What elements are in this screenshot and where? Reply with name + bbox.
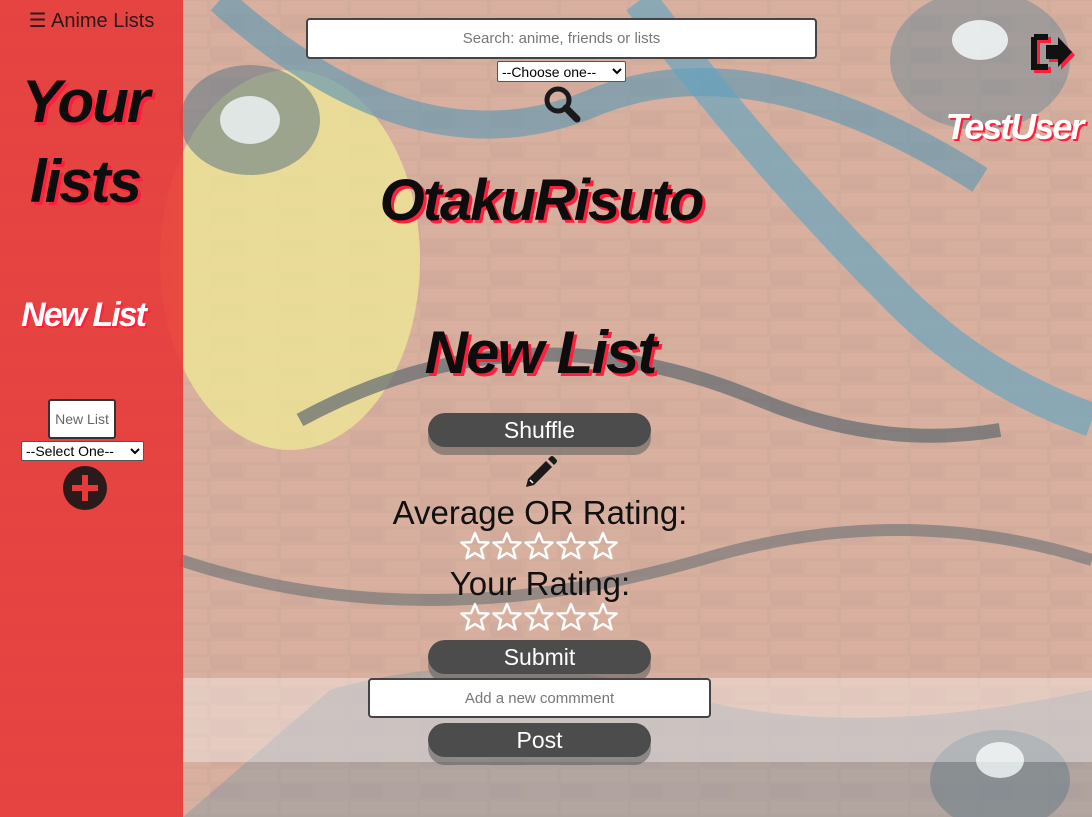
post-comment-button[interactable]: Post — [428, 723, 651, 757]
submit-rating-button[interactable]: Submit — [428, 640, 651, 674]
search-type-select[interactable]: --Choose one-- — [497, 61, 626, 82]
star-icon[interactable] — [524, 602, 554, 632]
star-icon[interactable] — [588, 602, 618, 632]
sidebar: ☰ Anime Lists Your lists New List --Selec… — [0, 0, 183, 817]
username-link[interactable]: TestUser — [940, 106, 1088, 148]
list-title: New List — [424, 319, 658, 386]
star-icon — [556, 531, 586, 560]
search-input[interactable] — [306, 18, 817, 59]
logout-icon[interactable] — [1028, 31, 1078, 73]
site-title: OtakuRisuto — [379, 168, 705, 233]
star-icon[interactable] — [460, 602, 490, 632]
sidebar-toggle[interactable]: ☰ Anime Lists — [0, 8, 183, 33]
average-rating-label: Average OR Rating: — [392, 494, 688, 531]
pencil-icon[interactable] — [522, 455, 558, 491]
star-icon[interactable] — [492, 602, 522, 632]
new-list-heading: New List — [21, 296, 147, 334]
average-rating-stars — [460, 531, 618, 561]
star-icon — [588, 531, 618, 560]
sidebar-title-line: lists — [29, 148, 142, 215]
shuffle-button[interactable]: Shuffle — [428, 413, 651, 447]
star-icon — [492, 531, 522, 560]
star-icon[interactable] — [556, 602, 586, 632]
new-list-name-input[interactable] — [48, 399, 116, 439]
star-icon — [460, 531, 490, 560]
plus-circle-icon[interactable] — [63, 466, 107, 510]
comment-input[interactable] — [368, 678, 711, 718]
your-rating-stars[interactable] — [460, 602, 618, 632]
sidebar-title: Your lists — [0, 62, 170, 222]
sidebar-title-line: Your — [21, 68, 150, 135]
list-type-select[interactable]: --Select One-- — [21, 441, 144, 461]
search-icon[interactable] — [543, 85, 581, 123]
your-rating-label: Your Rating: — [449, 565, 631, 602]
star-icon — [524, 531, 554, 560]
